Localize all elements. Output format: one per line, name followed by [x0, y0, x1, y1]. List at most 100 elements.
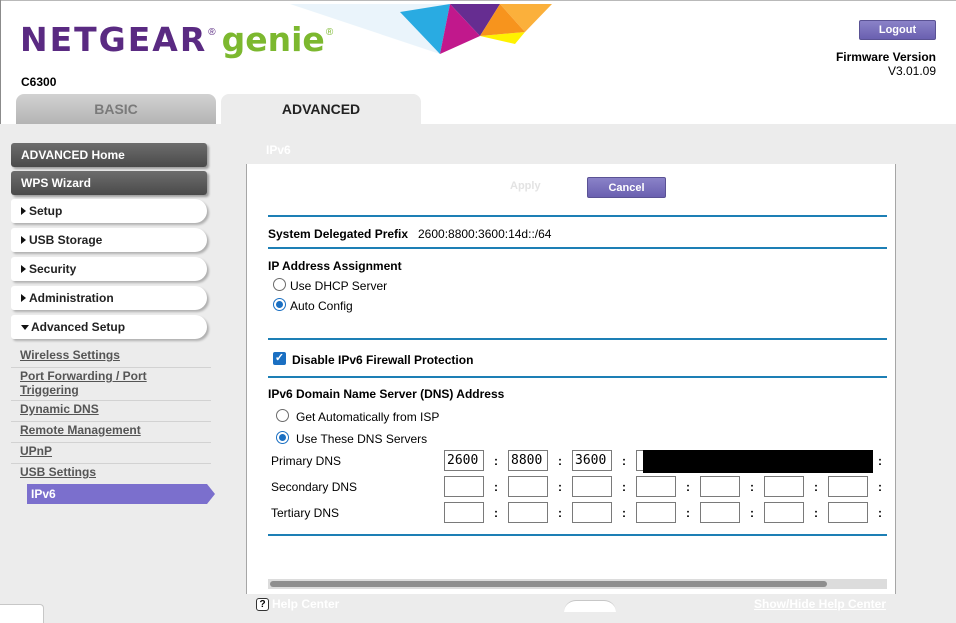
separator: :	[494, 454, 498, 468]
separator: :	[622, 506, 626, 520]
separator: :	[878, 480, 882, 494]
brand-reg-mark: ®	[208, 27, 216, 38]
apply-button[interactable]: Apply	[510, 180, 541, 192]
tertiary-dns-field-3[interactable]	[572, 502, 612, 523]
dns-auto-radio[interactable]	[276, 409, 289, 422]
firmware-label: Firmware Version	[835, 50, 936, 64]
sidebar-item-label: Administration	[29, 291, 114, 305]
submenu-ipv6-active[interactable]: IPv6	[27, 484, 207, 504]
scrollbar-thumb[interactable]	[270, 581, 827, 587]
help-center-label[interactable]: Help Center	[272, 597, 339, 611]
cancel-button[interactable]: Cancel	[587, 177, 666, 198]
divider	[11, 367, 211, 368]
tertiary-dns-field-5[interactable]	[700, 502, 740, 523]
sidebar-item-label: WPS Wizard	[21, 176, 91, 190]
separator: :	[622, 480, 626, 494]
sidebar-item-advanced-home[interactable]: ADVANCED Home	[11, 143, 207, 167]
dns-manual-radio[interactable]	[276, 431, 289, 444]
tertiary-dns-field-6[interactable]	[764, 502, 804, 523]
model-name: C6300	[21, 75, 57, 89]
section-divider	[268, 376, 887, 378]
sidebar-item-label: ADVANCED Home	[21, 148, 125, 162]
submenu-remote-management[interactable]: Remote Management	[20, 423, 200, 437]
separator: :	[878, 454, 882, 468]
prefix-label: System Delegated Prefix	[268, 227, 409, 241]
divider	[11, 421, 211, 422]
ip-assignment-heading: IP Address Assignment	[268, 259, 402, 273]
secondary-dns-field-2[interactable]	[508, 476, 548, 497]
submenu-dynamic-dns[interactable]: Dynamic DNS	[20, 402, 200, 416]
banner-graphic	[290, 4, 552, 54]
show-hide-help-link[interactable]: Show/Hide Help Center	[754, 597, 886, 611]
secondary-dns-label: Secondary DNS	[271, 480, 358, 494]
separator: :	[622, 454, 626, 468]
separator: :	[686, 506, 690, 520]
page-title: IPv6	[266, 143, 291, 157]
dns-manual-label: Use These DNS Servers	[296, 432, 428, 446]
prefix-value: 2600:8800:3600:14d::/64	[418, 227, 552, 241]
sidebar-item-advanced-setup[interactable]: Advanced Setup	[11, 315, 207, 339]
submenu-usb-settings[interactable]: USB Settings	[20, 465, 200, 479]
chevron-down-icon	[21, 324, 29, 330]
separator: :	[558, 454, 562, 468]
dns-heading: IPv6 Domain Name Server (DNS) Address	[268, 387, 505, 401]
tertiary-dns-field-4[interactable]	[636, 502, 676, 523]
netgear-genie-logo: NETGEAR ® genie ®	[20, 20, 333, 60]
tertiary-dns-field-2[interactable]	[508, 502, 548, 523]
tertiary-dns-label: Tertiary DNS	[271, 506, 340, 520]
submenu-port-forwarding[interactable]: Port Forwarding / Port Triggering	[20, 369, 200, 397]
separator: :	[686, 480, 690, 494]
section-divider	[268, 247, 887, 249]
tab-advanced[interactable]: ADVANCED	[221, 94, 421, 124]
chevron-right-icon	[21, 294, 26, 302]
submenu-wireless-settings[interactable]: Wireless Settings	[20, 348, 200, 362]
secondary-dns-field-6[interactable]	[764, 476, 804, 497]
dhcp-server-label: Use DHCP Server	[290, 279, 388, 293]
sidebar-item-usb-storage[interactable]: USB Storage	[11, 228, 207, 252]
tertiary-dns-field-7[interactable]	[828, 502, 868, 523]
separator: :	[750, 506, 754, 520]
sidebar-item-security[interactable]: Security	[11, 257, 207, 281]
separator: :	[878, 506, 882, 520]
firmware-value: V3.01.09	[887, 64, 936, 78]
chevron-right-icon	[21, 265, 26, 273]
sidebar-item-administration[interactable]: Administration	[11, 286, 207, 310]
disable-firewall-label: Disable IPv6 Firewall Protection	[292, 353, 474, 367]
tertiary-dns-field-1[interactable]	[444, 502, 484, 523]
corner-tab	[0, 604, 44, 623]
disable-firewall-checkbox[interactable]: ✓	[273, 352, 286, 365]
secondary-dns-field-1[interactable]	[444, 476, 484, 497]
auto-config-radio[interactable]	[273, 298, 286, 311]
tab-basic[interactable]: BASIC	[16, 94, 216, 124]
submenu-upnp[interactable]: UPnP	[20, 444, 200, 458]
sidebar-item-wps-wizard[interactable]: WPS Wizard	[11, 171, 207, 195]
auto-config-label: Auto Config	[290, 299, 353, 313]
brand-text: NETGEAR	[20, 20, 208, 59]
sidebar-item-label: Advanced Setup	[31, 320, 126, 334]
secondary-dns-field-7[interactable]	[828, 476, 868, 497]
dhcp-server-radio[interactable]	[273, 278, 286, 291]
section-divider	[268, 534, 887, 536]
section-divider	[268, 215, 887, 217]
sidebar-item-label: Security	[29, 262, 77, 276]
secondary-dns-field-5[interactable]	[700, 476, 740, 497]
primary-dns-field-1[interactable]: 2600	[444, 450, 484, 471]
redaction-bar	[643, 450, 873, 473]
separator: :	[494, 480, 498, 494]
section-divider	[268, 338, 887, 340]
separator: :	[814, 480, 818, 494]
primary-dns-field-2[interactable]: 8800	[508, 450, 548, 471]
sidebar-item-setup[interactable]: Setup	[11, 199, 207, 223]
help-panel-handle[interactable]	[564, 600, 616, 612]
chevron-right-icon	[21, 236, 26, 244]
divider	[11, 400, 211, 401]
secondary-dns-field-4[interactable]	[636, 476, 676, 497]
separator: :	[558, 480, 562, 494]
primary-dns-field-3[interactable]: 3600	[572, 450, 612, 471]
help-icon[interactable]: ?	[256, 598, 269, 611]
separator: :	[814, 506, 818, 520]
logout-button[interactable]: Logout	[859, 20, 936, 40]
secondary-dns-field-3[interactable]	[572, 476, 612, 497]
sidebar-item-label: USB Storage	[29, 233, 103, 247]
separator: :	[558, 506, 562, 520]
